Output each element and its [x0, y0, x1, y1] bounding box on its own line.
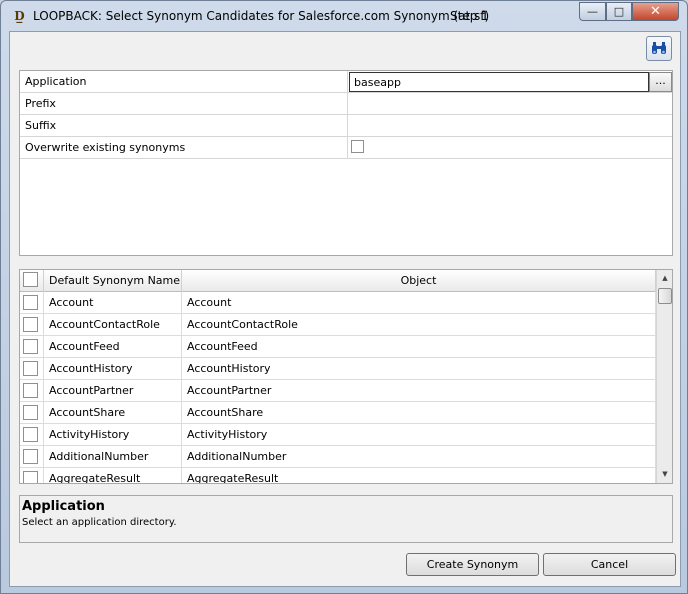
table-row[interactable]: AccountHistory AccountHistory — [20, 358, 656, 380]
object-cell: AggregateResult — [182, 468, 656, 483]
table-row[interactable]: AccountContactRole AccountContactRole — [20, 314, 656, 336]
help-text: Select an application directory. — [22, 517, 177, 528]
wizard-icon: D̲ — [14, 9, 25, 23]
object-cell: ActivityHistory — [182, 424, 656, 446]
row-checkbox[interactable] — [23, 405, 38, 420]
property-label: Prefix — [25, 97, 56, 110]
object-cell: Account — [182, 292, 656, 314]
property-row-overwrite: Overwrite existing synonyms — [20, 137, 672, 159]
window-step: Step 1 — [450, 9, 489, 23]
property-row-application: Application ... — [20, 71, 672, 93]
find-button[interactable] — [646, 36, 672, 61]
row-checkbox-cell — [20, 314, 44, 336]
create-synonym-button[interactable]: Create Synonym — [406, 553, 539, 576]
synonym-name-cell[interactable]: AccountFeed — [44, 336, 182, 358]
table-row[interactable]: AccountPartner AccountPartner — [20, 380, 656, 402]
table-row[interactable]: ActivityHistory ActivityHistory — [20, 424, 656, 446]
column-header-name[interactable]: Default Synonym Name — [44, 270, 182, 292]
synonym-name-cell[interactable]: AccountPartner — [44, 380, 182, 402]
dialog-body: Application ... Prefix Suffix Overwrite … — [9, 31, 681, 587]
title-bar[interactable]: D̲ LOOPBACK: Select Synonym Candidates f… — [1, 1, 687, 31]
property-value-cell — [347, 137, 672, 158]
synonym-name-cell[interactable]: AccountContactRole — [44, 314, 182, 336]
maximize-button[interactable]: □ — [606, 2, 632, 21]
table-row[interactable]: AggregateResult AggregateResult — [20, 468, 656, 483]
object-cell: AccountContactRole — [182, 314, 656, 336]
synonym-candidates-grid: Default Synonym Name Object Account Accou… — [19, 269, 673, 484]
properties-panel: Application ... Prefix Suffix Overwrite … — [19, 70, 673, 256]
window-title: LOOPBACK: Select Synonym Candidates for … — [33, 9, 490, 23]
property-row-prefix[interactable]: Prefix — [20, 93, 672, 115]
synonym-name-cell[interactable]: Account — [44, 292, 182, 314]
object-cell: AccountHistory — [182, 358, 656, 380]
prefix-input[interactable] — [347, 93, 672, 114]
scroll-up-icon[interactable]: ▲ — [657, 270, 672, 286]
object-cell: AccountFeed — [182, 336, 656, 358]
close-button[interactable]: ✕ — [632, 2, 679, 21]
grid-scrollbar[interactable]: ▲ ▼ — [656, 270, 672, 483]
scroll-thumb[interactable] — [658, 288, 672, 304]
synonym-name-cell[interactable]: AdditionalNumber — [44, 446, 182, 468]
cancel-button[interactable]: Cancel — [543, 553, 676, 576]
row-checkbox[interactable] — [23, 471, 38, 483]
property-row-suffix[interactable]: Suffix — [20, 115, 672, 137]
row-checkbox-cell — [20, 424, 44, 446]
synonym-name-cell[interactable]: AccountShare — [44, 402, 182, 424]
grid-header: Default Synonym Name Object — [20, 270, 656, 292]
object-cell: AccountPartner — [182, 380, 656, 402]
browse-button[interactable]: ... — [649, 72, 672, 92]
help-title: Application — [22, 499, 105, 514]
help-panel: Application Select an application direct… — [19, 495, 673, 543]
row-checkbox[interactable] — [23, 449, 38, 464]
maximize-icon: □ — [613, 5, 625, 18]
row-checkbox[interactable] — [23, 427, 38, 442]
row-checkbox-cell — [20, 380, 44, 402]
row-checkbox-cell — [20, 468, 44, 483]
row-checkbox[interactable] — [23, 383, 38, 398]
binoculars-icon — [652, 41, 666, 54]
minimize-button[interactable]: — — [579, 2, 606, 21]
row-checkbox[interactable] — [23, 361, 38, 376]
suffix-input[interactable] — [347, 115, 672, 136]
row-checkbox-cell — [20, 358, 44, 380]
scroll-down-icon[interactable]: ▼ — [657, 466, 672, 482]
row-checkbox[interactable] — [23, 317, 38, 332]
property-label: Overwrite existing synonyms — [25, 141, 186, 154]
synonym-name-cell[interactable]: AggregateResult — [44, 468, 182, 483]
property-value-cell: ... — [347, 71, 672, 92]
table-row[interactable]: Account Account — [20, 292, 656, 314]
synonym-name-cell[interactable]: ActivityHistory — [44, 424, 182, 446]
row-checkbox-cell — [20, 292, 44, 314]
minimize-icon: — — [587, 5, 598, 18]
property-label: Application — [25, 75, 87, 88]
object-cell: AdditionalNumber — [182, 446, 656, 468]
row-checkbox-cell — [20, 336, 44, 358]
object-cell: AccountShare — [182, 402, 656, 424]
row-checkbox[interactable] — [23, 295, 38, 310]
overwrite-checkbox[interactable] — [351, 140, 364, 153]
table-row[interactable]: AccountShare AccountShare — [20, 402, 656, 424]
synonym-name-cell[interactable]: AccountHistory — [44, 358, 182, 380]
row-checkbox-cell — [20, 446, 44, 468]
row-checkbox[interactable] — [23, 339, 38, 354]
column-header-object[interactable]: Object — [182, 270, 656, 292]
table-row[interactable]: AccountFeed AccountFeed — [20, 336, 656, 358]
row-checkbox-cell — [20, 402, 44, 424]
application-input[interactable] — [349, 72, 649, 92]
dialog-window: D̲ LOOPBACK: Select Synonym Candidates f… — [0, 0, 688, 594]
property-label: Suffix — [25, 119, 57, 132]
close-icon: ✕ — [650, 4, 661, 19]
select-all-cell — [20, 270, 44, 292]
table-row[interactable]: AdditionalNumber AdditionalNumber — [20, 446, 656, 468]
select-all-checkbox[interactable] — [23, 272, 38, 287]
